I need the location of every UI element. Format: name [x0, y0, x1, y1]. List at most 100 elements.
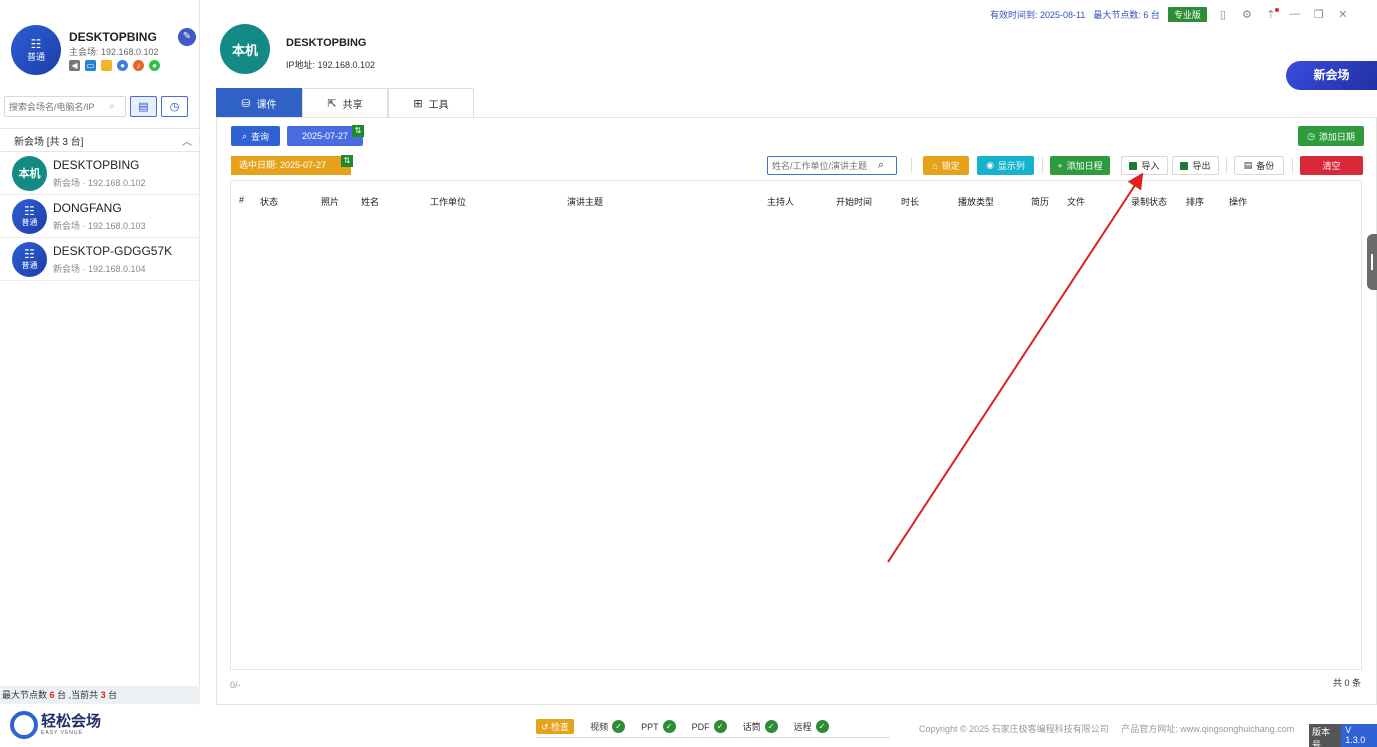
lock-button[interactable]: ⌂ 锁定 — [923, 156, 969, 175]
app-window: ☷ 普通 DESKTOPBING 主会场: 192.168.0.102 ◀ ▭ … — [0, 0, 1377, 747]
list-view-button[interactable]: ▤ — [130, 96, 157, 117]
column-header[interactable]: 文件 — [1067, 195, 1085, 208]
sidebar-search-input[interactable] — [9, 101, 109, 112]
monitor-icon: ▭ — [85, 60, 96, 71]
column-header[interactable]: 播放类型 — [958, 195, 994, 208]
check-ok-icon: ✓ — [662, 720, 676, 733]
grid-icon: ☷ — [24, 203, 35, 218]
group-label: 新会场 [共 3 台] — [14, 136, 84, 148]
column-header[interactable]: 演讲主题 — [567, 195, 603, 208]
self-name: DESKTOPBING — [69, 30, 157, 44]
column-header[interactable]: 操作 — [1229, 195, 1247, 208]
self-avatar[interactable]: ☷ 普通 — [11, 25, 61, 75]
divider — [1042, 158, 1043, 173]
app-icon: ♪ — [133, 60, 144, 71]
search-icon[interactable]: ⌕ — [109, 101, 115, 112]
add-schedule-button[interactable]: + 添加日程 — [1050, 156, 1110, 175]
selected-date-label: 选中日期: 2025-07-27 — [231, 156, 351, 175]
self-card: ☷ 普通 DESKTOPBING 主会场: 192.168.0.102 ◀ ▭ … — [0, 0, 200, 90]
check-remote: 远程 ✓ — [794, 720, 829, 733]
version-badge: 版本号 V 1.3.0 — [1309, 724, 1377, 747]
website-link[interactable]: 产品官方网址: www.qingsonghuichang.com — [1121, 724, 1294, 734]
logo-subtext: EASY VENUE — [41, 730, 83, 736]
max-nodes-text: 最大节点数: 6 台 — [1093, 9, 1160, 20]
schedule-table: # 状态 照片 姓名 工作单位 演讲主题 主持人 开始时间 时长 播放类型 简历… — [230, 180, 1362, 670]
self-sub: 主会场: 192.168.0.102 — [69, 47, 159, 57]
new-venue-button[interactable]: 新会场 — [1286, 61, 1377, 90]
edit-icon[interactable]: ✎ — [178, 28, 196, 46]
export-button[interactable]: 导出 — [1172, 156, 1219, 175]
divider — [1292, 158, 1293, 173]
keyword-search-box[interactable]: ⌕ — [767, 156, 897, 175]
document-icon[interactable]: ▯ — [1215, 8, 1231, 21]
node-avatar: 本机 — [12, 155, 47, 191]
courseware-panel: ⌕ 查询 2025-07-27 ⇅ ◷ 添加日期 选中日期: 2025-07-2… — [216, 117, 1377, 705]
node-name: DESKTOP-GDGG57K — [53, 243, 173, 258]
history-button[interactable]: ◷ — [161, 96, 188, 117]
column-header[interactable]: 主持人 — [767, 195, 794, 208]
side-drawer-handle[interactable] — [1367, 234, 1377, 290]
node-avatar: ☷ 普通 — [12, 241, 47, 277]
check-ok-icon: ✓ — [713, 720, 727, 733]
clear-button[interactable]: 清空 — [1300, 156, 1363, 175]
chrome-icon: ● — [117, 60, 128, 71]
column-header[interactable]: 开始时间 — [836, 195, 872, 208]
node-list: 本机 DESKTOPBING 新会场 · 192.168.0.102 ☷ 普通 … — [0, 152, 200, 281]
sidebar-footer: 最大节点数 6 台 ,当前共 3 台 — [0, 686, 200, 704]
node-item[interactable]: 本机 DESKTOPBING 新会场 · 192.168.0.102 — [0, 152, 200, 195]
minimize-icon[interactable]: — — [1287, 8, 1303, 20]
group-header[interactable]: 新会场 [共 3 台] ︿ — [0, 128, 200, 152]
column-header[interactable]: 时长 — [901, 195, 919, 208]
check-ok-icon: ✓ — [612, 720, 626, 733]
grid-icon: ☷ — [30, 36, 42, 51]
wechat-icon: ● — [149, 60, 160, 71]
eye-icon: ◉ — [986, 160, 994, 170]
show-columns-button[interactable]: ◉ 显示列 — [977, 156, 1034, 175]
node-item[interactable]: ☷ 普通 DESKTOP-GDGG57K 新会场 · 192.168.0.104 — [0, 238, 200, 281]
clock-icon: ◷ — [169, 101, 180, 113]
upgrade-icon[interactable]: ⇡ — [1263, 7, 1279, 21]
sidebar-search-box[interactable]: ⌕ — [4, 96, 126, 117]
divider — [1226, 158, 1227, 173]
backup-button[interactable]: ▤ 备份 — [1234, 156, 1284, 175]
node-info: DESKTOPBING 新会场 · 192.168.0.102 — [53, 158, 146, 189]
column-header[interactable]: 简历 — [1031, 195, 1049, 208]
column-header[interactable]: 照片 — [321, 195, 339, 208]
courseware-icon: ⛁ — [241, 97, 251, 110]
app-logo: 轻松会场 EASY VENUE — [10, 711, 101, 739]
check-button[interactable]: ↺ 检查 — [536, 719, 575, 734]
expiry-text: 有效时间到: 2025-08-11 — [990, 9, 1086, 20]
query-button[interactable]: ⌕ 查询 — [231, 126, 280, 146]
column-header[interactable]: 排序 — [1186, 195, 1204, 208]
tab-courseware[interactable]: ⛁ 课件 — [216, 88, 302, 117]
check-mic: 话筒 ✓ — [743, 720, 778, 733]
import-button[interactable]: 导入 — [1121, 156, 1168, 175]
tab-tools[interactable]: ⊞ 工具 — [388, 88, 474, 117]
add-date-button[interactable]: ◷ 添加日期 — [1298, 126, 1364, 146]
excel-icon — [1180, 161, 1189, 170]
tab-share[interactable]: ⇱ 共享 — [302, 88, 388, 117]
tools-icon: ⊞ — [413, 97, 423, 110]
restore-icon[interactable]: ❐ — [1311, 8, 1327, 21]
search-icon[interactable]: ⌕ — [878, 159, 884, 172]
host-avatar: 本机 — [220, 24, 270, 74]
copyright: Copyright © 2025 石家庄极客编程科技有限公司 产品官方网址: w… — [919, 724, 1295, 734]
column-header[interactable]: 工作单位 — [430, 195, 466, 208]
check-video: 视频 ✓ — [590, 720, 626, 733]
node-info: DONGFANG 新会场 · 192.168.0.103 — [53, 201, 146, 232]
chevron-up-icon[interactable]: ︿ — [182, 133, 192, 148]
settings-icon[interactable]: ⚙ — [1239, 8, 1255, 21]
column-header[interactable]: 状态 — [260, 195, 278, 208]
column-header[interactable]: # — [239, 195, 244, 205]
swap-icon[interactable]: ⇅ — [352, 125, 364, 137]
close-icon[interactable]: ✕ — [1335, 8, 1351, 21]
search-icon: ⌕ — [241, 130, 248, 141]
node-item[interactable]: ☷ 普通 DONGFANG 新会场 · 192.168.0.103 — [0, 195, 200, 238]
keyword-search-input[interactable] — [772, 160, 878, 171]
sidebar-search-row: ⌕ ▤ ◷ — [4, 96, 196, 118]
row-count: 共 0 条 — [1332, 678, 1361, 688]
swap-icon[interactable]: ⇅ — [341, 155, 353, 167]
column-header[interactable]: 录制状态 — [1131, 195, 1167, 208]
column-header[interactable]: 姓名 — [361, 195, 379, 208]
share-icon: ⇱ — [327, 97, 337, 110]
